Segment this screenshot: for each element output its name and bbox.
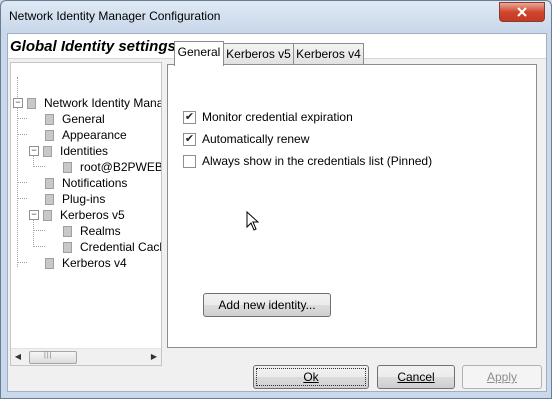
node-icon [63, 161, 72, 173]
tree-item-label: Identities [60, 144, 109, 158]
node-icon [63, 241, 72, 253]
node-icon [43, 145, 52, 157]
collapse-icon[interactable]: − [29, 146, 39, 156]
checkbox-monitor-expiration[interactable]: ✔ [183, 110, 196, 124]
node-icon [45, 177, 54, 189]
tree-item-kerberos-v5[interactable]: − Kerberos v5 [29, 207, 125, 223]
option-always-show-pinned[interactable]: Always show in the credentials list (Pin… [183, 153, 432, 169]
tree-item-label: Notifications [62, 176, 128, 190]
ok-button[interactable]: Ok [253, 365, 369, 389]
apply-button[interactable]: Apply [462, 365, 542, 389]
node-icon [63, 225, 72, 237]
focus-rect [256, 368, 366, 386]
grip-icon: ||| [44, 352, 53, 359]
tree-item-label: General [62, 112, 105, 126]
tree-item-label: Network Identity Manag [44, 96, 162, 110]
collapse-icon[interactable]: − [13, 98, 23, 108]
tree-item-identity-root[interactable]: root@B2PWEB.C [63, 159, 162, 175]
scroll-right-icon[interactable]: ▶ [147, 349, 161, 365]
tree-item-label: Plug-ins [62, 192, 106, 206]
settings-tree[interactable]: − Network Identity Manag General Appeara… [10, 62, 162, 366]
node-icon [43, 209, 52, 221]
tree-item-general[interactable]: General [45, 111, 105, 127]
checkbox-auto-renew[interactable]: ✔ [183, 132, 196, 146]
tree-item-root[interactable]: − Network Identity Manag [13, 95, 162, 111]
tree-item-label: Kerberos v5 [60, 208, 125, 222]
option-label: Monitor credential expiration [202, 110, 353, 124]
node-icon [45, 257, 54, 269]
node-icon [45, 129, 54, 141]
node-icon [45, 113, 54, 125]
config-window: Network Identity Manager Configuration G… [0, 0, 552, 399]
tree-item-notifications[interactable]: Notifications [45, 175, 127, 191]
tree-item-kerberos-v4[interactable]: Kerberos v4 [45, 255, 127, 271]
close-button[interactable] [499, 2, 545, 22]
tree-item-credential-cache[interactable]: Credential Cach [63, 239, 162, 255]
collapse-icon[interactable]: − [29, 210, 39, 220]
tab-kerberos-v4[interactable]: Kerberos v4 [293, 43, 364, 64]
tree-horizontal-scrollbar[interactable]: ◀ ||| ▶ [11, 348, 161, 365]
scrollbar-thumb[interactable] [29, 351, 77, 364]
tree-item-identities[interactable]: − Identities [29, 143, 108, 159]
window-title: Network Identity Manager Configuration [9, 9, 221, 23]
close-icon [517, 7, 527, 17]
mouse-cursor-icon [246, 211, 260, 231]
tree-item-label: Kerberos v4 [62, 256, 127, 270]
option-monitor-expiration[interactable]: ✔ Monitor credential expiration [183, 109, 353, 125]
option-auto-renew[interactable]: ✔ Automatically renew [183, 131, 309, 147]
tree-item-label: root@B2PWEB.C [80, 160, 162, 174]
tab-kerberos-v5[interactable]: Kerberos v5 [223, 43, 294, 64]
title-bar[interactable]: Network Identity Manager Configuration [1, 1, 551, 31]
tree-item-plugins[interactable]: Plug-ins [45, 191, 105, 207]
add-identity-button[interactable]: Add new identity... [203, 293, 331, 317]
node-icon [45, 193, 54, 205]
tree-item-label: Realms [80, 224, 121, 238]
tree-item-realms[interactable]: Realms [63, 223, 121, 239]
option-label: Automatically renew [202, 132, 310, 146]
checkbox-always-show-pinned[interactable] [183, 154, 196, 168]
cancel-button[interactable]: Cancel [377, 365, 455, 389]
button-label: Add new identity... [218, 298, 316, 312]
tab-general[interactable]: General [174, 41, 224, 66]
tree-item-label: Credential Cach [80, 240, 162, 254]
tree-item-label: Appearance [62, 128, 127, 142]
scroll-left-icon[interactable]: ◀ [11, 349, 25, 365]
option-label: Always show in the credentials list (Pin… [202, 154, 433, 168]
button-label: Apply [486, 370, 518, 384]
node-icon [27, 97, 36, 109]
page-title: Global Identity settings [10, 38, 176, 55]
button-label: Cancel [397, 370, 435, 384]
tree-item-appearance[interactable]: Appearance [45, 127, 127, 143]
